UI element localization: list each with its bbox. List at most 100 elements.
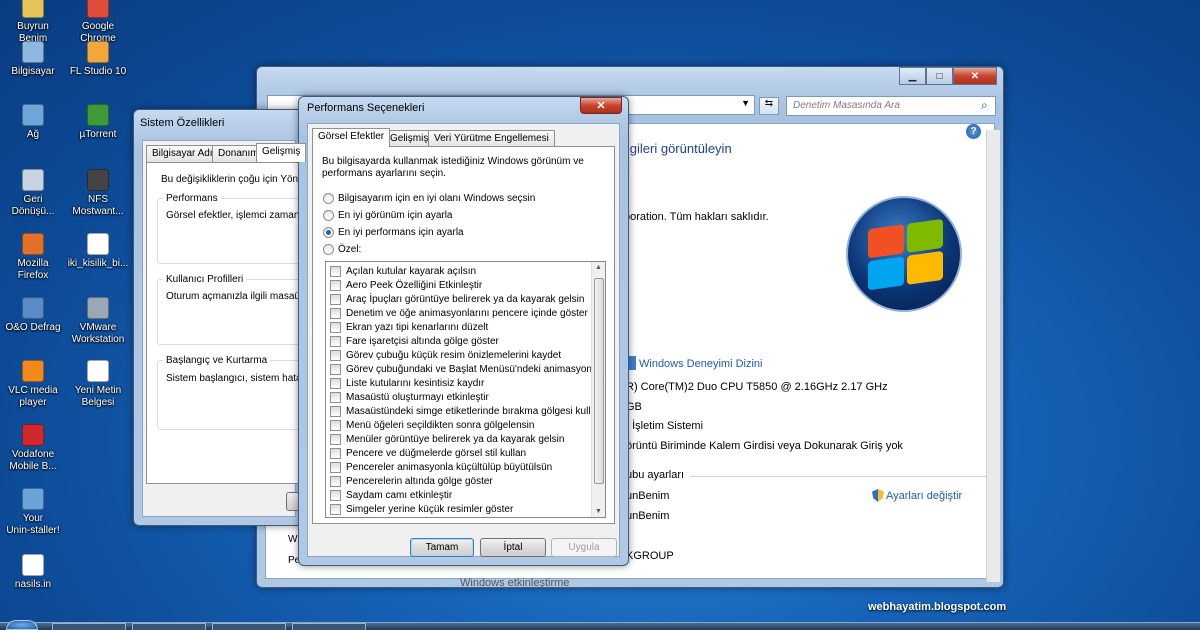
checkbox[interactable]	[330, 349, 341, 361]
tab-computer-name[interactable]: Bilgisayar Adı	[146, 145, 219, 162]
scroll-thumb[interactable]	[594, 278, 604, 484]
apply-button[interactable]: Uygula	[551, 538, 617, 557]
effect-checkbox-item[interactable]: Menüler görüntüye belirerek ya da kayara…	[330, 432, 564, 446]
radio-option[interactable]: Bilgisayarım için en iyi olanı Windows s…	[323, 193, 535, 204]
help-icon[interactable]: ?	[966, 124, 981, 139]
desktop-icon[interactable]: Buyrun Benim	[0, 0, 66, 45]
search-input[interactable]: Denetim Masasında Ara	[786, 96, 996, 116]
desktop-icon[interactable]: Your Unin-staller!	[0, 488, 66, 537]
tab-data-execution-prevention[interactable]: Veri Yürütme Engellemesi	[428, 130, 555, 147]
processor-value: R) Core(TM)2 Duo CPU T5850 @ 2.16GHz 2.1…	[626, 381, 888, 393]
desktop-icon-label: VLC media player	[8, 385, 58, 408]
radio-option[interactable]: Özel:	[323, 244, 361, 255]
checkbox[interactable]	[330, 461, 341, 473]
checkbox[interactable]	[330, 475, 341, 487]
desktop-icon[interactable]: iki_kisilik_bi...	[65, 233, 131, 270]
refresh-icon[interactable]: ⇆	[759, 97, 779, 115]
tab-advanced[interactable]: Gelişmiş	[384, 130, 435, 147]
scrollbar[interactable]	[986, 130, 1000, 582]
effect-checkbox-item[interactable]: Denetim ve öğe animasyonlarını pencere i…	[330, 306, 588, 320]
chevron-down-icon[interactable]: ▼	[741, 98, 750, 108]
effect-checkbox-item[interactable]: Fare işaretçisi altında gölge göster	[330, 334, 499, 348]
checkbox[interactable]	[330, 419, 341, 431]
effect-checkbox-item[interactable]: Simgeler yerine küçük resimler göster	[330, 502, 513, 516]
checkbox[interactable]	[330, 405, 341, 417]
taskbar-item[interactable]	[292, 623, 366, 630]
checkbox[interactable]	[330, 377, 341, 389]
checkbox[interactable]	[330, 293, 341, 305]
checkbox[interactable]	[330, 363, 341, 375]
radio-option[interactable]: En iyi görünüm için ayarla	[323, 210, 453, 221]
desktop-icon[interactable]: Geri Dönüşü...	[0, 169, 66, 218]
experience-index-link[interactable]: Windows Deneyimi Dizini	[639, 358, 762, 370]
search-icon[interactable]: ⌕	[981, 98, 988, 113]
effect-checkbox-item[interactable]: Masaüstü oluşturmayı etkinleştir	[330, 390, 489, 404]
scroll-down-icon[interactable]: ▼	[595, 508, 602, 515]
window-title: Sistem Özellikleri	[140, 117, 225, 129]
pen-touch-value: örüntü Biriminde Kalem Girdisi veya Doku…	[626, 440, 903, 452]
effect-checkbox-item[interactable]: Liste kutularını kesintisiz kaydır	[330, 376, 484, 390]
effect-checkbox-item[interactable]: Menü öğeleri seçildikten sonra gölgelens…	[330, 418, 534, 432]
desktop-icon[interactable]: NFS Mostwant...	[65, 169, 131, 218]
list-scrollbar[interactable]: ▲ ▼	[591, 262, 605, 517]
cancel-button[interactable]: İptal	[480, 538, 546, 557]
radio-icon[interactable]	[323, 210, 334, 221]
checkbox[interactable]	[330, 321, 341, 333]
radio-icon[interactable]	[323, 227, 334, 238]
effect-checkbox-item[interactable]: Aero Peek Özelliğini Etkinleştir	[330, 278, 482, 292]
effect-checkbox-item[interactable]: Açılan kutular kayarak açılsın	[330, 264, 476, 278]
checkbox[interactable]	[330, 279, 341, 291]
radio-option[interactable]: En iyi performans için ayarla	[323, 227, 464, 238]
effect-checkbox-item[interactable]: Pencere ve düğmelerde görsel stil kullan	[330, 446, 526, 460]
taskbar-item[interactable]	[132, 623, 206, 630]
tab-advanced[interactable]: Gelişmiş	[256, 143, 307, 162]
effect-checkbox-item[interactable]: Görev çubuğundaki ve Başlat Menüsü'ndeki…	[330, 362, 603, 376]
desktop-icon[interactable]: Google Chrome	[65, 0, 131, 45]
effect-checkbox-item[interactable]: Araç İpuçları görüntüye belirerek ya da …	[330, 292, 584, 306]
change-settings-link[interactable]: Ayarları değiştir	[886, 490, 962, 502]
desktop-icon[interactable]: µTorrent	[65, 104, 131, 141]
effect-checkbox-item[interactable]: Masaüstündeki simge etiketlerinde bırakm…	[330, 404, 602, 418]
desktop-icon[interactable]: FL Studio 10	[65, 41, 131, 78]
checkbox[interactable]	[330, 433, 341, 445]
desktop-icon[interactable]: Mozilla Firefox	[0, 233, 66, 282]
desktop-icon[interactable]: Bilgisayar	[0, 41, 66, 78]
scroll-up-icon[interactable]: ▲	[595, 264, 602, 271]
ok-button[interactable]: Tamam	[410, 538, 474, 557]
effect-checkbox-item[interactable]: Saydam camı etkinleştir	[330, 488, 452, 502]
close-icon[interactable]: ✕	[953, 67, 997, 85]
radio-icon[interactable]	[323, 244, 334, 255]
radio-label: Bilgisayarım için en iyi olanı Windows s…	[338, 193, 536, 204]
checkbox-label: Pencereler animasyonla küçültülüp büyütü…	[346, 461, 553, 473]
close-button[interactable]: ✕	[580, 97, 622, 114]
desktop-icon[interactable]: VLC media player	[0, 360, 66, 409]
desktop-icon[interactable]: nasils.in	[0, 554, 66, 591]
desktop-icon[interactable]: Vodafone Mobile B...	[0, 424, 66, 473]
workgroup-value: KGROUP	[626, 550, 674, 562]
tab-visual-effects[interactable]: Görsel Efektler	[312, 128, 391, 147]
desktop-icon[interactable]: Yeni Metin Belgesi	[65, 360, 131, 409]
taskbar-item[interactable]	[212, 623, 286, 630]
desktop-icon[interactable]: O&O Defrag	[0, 297, 66, 334]
radio-icon[interactable]	[323, 193, 334, 204]
checkbox-label: Liste kutularını kesintisiz kaydır	[346, 377, 485, 389]
desktop-icon[interactable]: VMware Workstation	[65, 297, 131, 346]
uninstaller-icon	[22, 488, 44, 510]
checkbox[interactable]	[330, 503, 341, 515]
checkbox[interactable]	[330, 447, 341, 459]
effect-checkbox-item[interactable]: Pencereler animasyonla küçültülüp büyütü…	[330, 460, 552, 474]
start-button[interactable]	[6, 620, 38, 630]
effect-checkbox-item[interactable]: Pencerelerin altında gölge göster	[330, 474, 493, 488]
maximize-icon[interactable]: □	[926, 67, 953, 85]
effect-checkbox-item[interactable]: Ekran yazı tipi kenarlarını düzelt	[330, 320, 488, 334]
checkbox-label: Menü öğeleri seçildikten sonra gölgelens…	[346, 419, 535, 431]
checkbox[interactable]	[330, 335, 341, 347]
checkbox[interactable]	[330, 489, 341, 501]
desktop-icon[interactable]: Ağ	[0, 104, 66, 141]
checkbox[interactable]	[330, 391, 341, 403]
checkbox[interactable]	[330, 265, 341, 277]
effect-checkbox-item[interactable]: Görev çubuğu küçük resim önizlemelerini …	[330, 348, 561, 362]
taskbar-item[interactable]	[52, 623, 126, 630]
minimize-icon[interactable]: ▁	[899, 67, 926, 85]
checkbox[interactable]	[330, 307, 341, 319]
